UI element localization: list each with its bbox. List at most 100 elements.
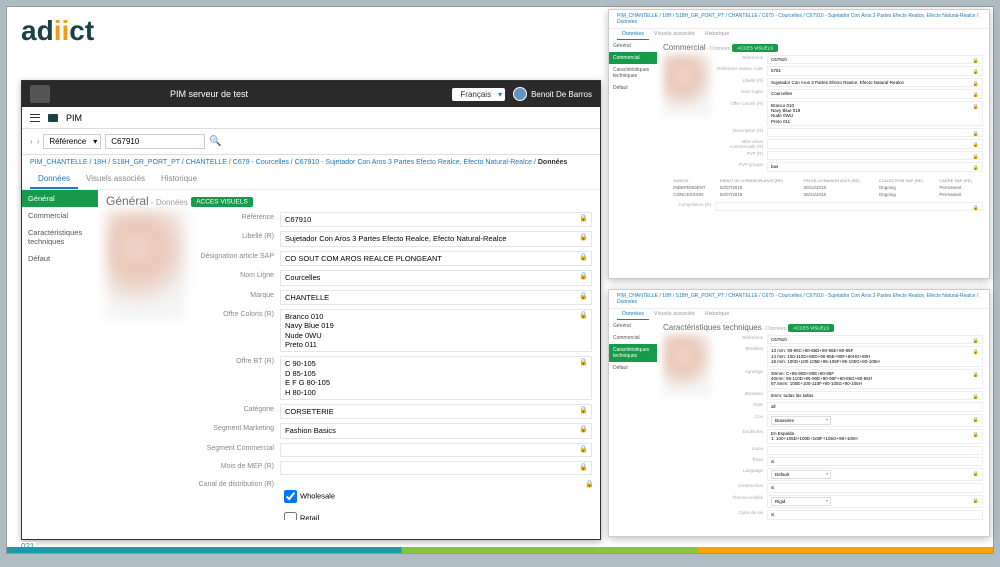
lock-icon: 🔒 xyxy=(579,273,588,282)
delivery-table: SAISONDEBUT DE LIVRAISON A/V/S (RE)FIN D… xyxy=(663,177,983,198)
field-lurex[interactable] xyxy=(767,446,983,455)
user-name: Benoit De Barros xyxy=(531,90,592,99)
breadcrumb[interactable]: PIM_CHANTELLE / 18H / S18H_GR_PORT_PT / … xyxy=(609,290,989,309)
lock-icon: 🔒 xyxy=(579,407,588,416)
field-libelle[interactable]: Sujetador Con Aros 3 Partes Efecto Realc… xyxy=(767,78,983,87)
chevron-right-icon[interactable]: › xyxy=(37,137,40,146)
tab-visuels[interactable]: Visuels associés xyxy=(649,29,700,40)
app-topbar: PIM serveur de test Français Benoit De B… xyxy=(22,81,600,107)
tab-donnees[interactable]: Données xyxy=(617,29,649,40)
toolbar: PIM xyxy=(22,107,600,129)
tab-historique[interactable]: Historique xyxy=(153,170,205,189)
field-reference[interactable]: C67910🔒 xyxy=(767,335,983,344)
pane-title: Commercial - Données ACCES VISUELS xyxy=(663,43,983,52)
tab-historique[interactable]: Historique xyxy=(700,309,735,320)
footer-accent-bar xyxy=(7,547,993,553)
lock-icon: 🔒 xyxy=(579,464,588,473)
field-segment-marketing[interactable]: Fashion Basics🔒 xyxy=(280,423,592,438)
field-thermo[interactable]: Rigid🔒 xyxy=(767,495,983,508)
breadcrumb[interactable]: PIM_CHANTELLE / 18H / S18H_GR_PORT_PT / … xyxy=(22,155,600,170)
field-segment-commercial[interactable]: 🔒 xyxy=(280,443,592,457)
search-bar: › › Référence 🔍 xyxy=(22,129,600,155)
product-image xyxy=(663,334,711,396)
field-marque[interactable]: CHANTELLE🔒 xyxy=(280,290,592,305)
field-mois-mep[interactable]: 🔒 xyxy=(280,461,592,475)
acces-visuels-badge[interactable]: ACCES VISUELS xyxy=(191,197,253,207)
table-row: CONCESSION02/07/201830/12/2018OngoingPer… xyxy=(663,191,983,198)
search-icon[interactable]: 🔍 xyxy=(209,136,221,147)
field-language[interactable]: Default🔒 xyxy=(767,468,983,481)
field-reference[interactable]: C67910🔒 xyxy=(280,212,592,227)
sidenav-general[interactable]: Général xyxy=(609,320,657,332)
tab-historique[interactable]: Historique xyxy=(700,29,735,40)
pane-title: Général - Données ACCES VISUELS xyxy=(106,194,592,208)
product-image xyxy=(663,54,711,116)
lock-icon: 🔒 xyxy=(579,234,588,243)
sidenav-caracteristiques[interactable]: Caractéristiques techniques xyxy=(22,224,98,250)
field-bandeau[interactable]: 9mm: todas las tallas🔒 xyxy=(767,391,983,400)
language-select[interactable]: Français xyxy=(452,88,505,101)
field-cycle[interactable]: si xyxy=(767,510,983,519)
tab-donnees[interactable]: Données xyxy=(617,309,649,320)
side-nav: Général Commercial Caractéristiques tech… xyxy=(22,190,98,530)
field-doublures[interactable]: En Espalda 1: 100+105D+100E+100F+105G+95… xyxy=(767,429,983,444)
app-title: PIM serveur de test xyxy=(170,89,452,99)
field-categorie[interactable]: CORSETERIE🔒 xyxy=(280,404,592,419)
sidenav-defaut[interactable]: Défaut xyxy=(609,362,657,374)
panel-commercial: PIM_CHANTELLE / 18H / S18H_GR_PORT_PT / … xyxy=(608,9,990,279)
table-row: INDEPENDENT02/07/201830/12/2018OngoingPe… xyxy=(663,184,983,191)
app-logo xyxy=(30,85,50,103)
retail-checkbox[interactable] xyxy=(284,512,297,520)
briefcase-icon[interactable] xyxy=(48,114,58,122)
chevron-right-icon[interactable]: › xyxy=(30,137,33,146)
sidenav-commercial[interactable]: Commercial xyxy=(609,332,657,344)
field-designation[interactable]: CO SOUT COM AROS REALCE PLONGEANT🔒 xyxy=(280,251,592,266)
pane-title: Caractéristiques techniques - Données AC… xyxy=(663,323,983,332)
field-coloris[interactable]: Branco 010 Navy Blue 019 Nude 0WU Preto … xyxy=(767,101,983,127)
field-list: RéférenceC67910🔒 Libellé (R)Sujetador Co… xyxy=(192,210,592,520)
field-pvp-groupe[interactable]: bas🔒 xyxy=(767,162,983,171)
lock-icon: 🔒 xyxy=(579,426,588,435)
panel-caracteristiques: PIM_CHANTELLE / 18H / S18H_GR_PORT_PT / … xyxy=(608,289,990,537)
field-coloris[interactable]: Branco 010 Navy Blue 019 Nude 0WU Preto … xyxy=(280,309,592,353)
field-composition[interactable]: 🔒 xyxy=(715,202,983,211)
search-type-select[interactable]: Référence xyxy=(43,134,101,149)
sidenav-defaut[interactable]: Défaut xyxy=(609,82,657,94)
sidenav-commercial[interactable]: Commercial xyxy=(609,52,657,64)
lock-icon: 🔒 xyxy=(579,293,588,302)
field-ligne[interactable]: Courcelles🔒 xyxy=(767,89,983,98)
sidenav-caracteristiques[interactable]: Caractéristiques techniques xyxy=(609,64,657,82)
field-description[interactable]: 🔒 xyxy=(767,128,983,137)
field-torse[interactable]: si xyxy=(767,457,983,466)
user-menu[interactable]: Benoit De Barros xyxy=(513,87,592,101)
tab-visuels[interactable]: Visuels associés xyxy=(78,170,153,189)
pim-label: PIM xyxy=(66,113,82,123)
field-ligne[interactable]: Courcelles🔒 xyxy=(280,270,592,285)
field-refcode[interactable]: 6781🔒 xyxy=(767,66,983,75)
sidenav-general[interactable]: Général xyxy=(609,40,657,52)
field-reference[interactable]: C67910🔒 xyxy=(767,55,983,64)
breadcrumb[interactable]: PIM_CHANTELLE / 18H / S18H_GR_PORT_PT / … xyxy=(609,10,989,29)
tab-donnees[interactable]: Données xyxy=(30,170,78,189)
field-pvp[interactable]: 🔒 xyxy=(767,151,983,160)
sidenav-commercial[interactable]: Commercial xyxy=(22,207,98,224)
sidenav-defaut[interactable]: Défaut xyxy=(22,250,98,267)
field-construction[interactable]: si xyxy=(767,483,983,492)
product-image xyxy=(106,210,186,320)
field-vision[interactable]: 🔒 xyxy=(767,139,983,149)
lock-icon: 🔒 xyxy=(579,254,588,263)
field-libelle[interactable]: Sujetador Con Aros 3 Partes Efecto Realc… xyxy=(280,231,592,246)
sidenav-general[interactable]: Général xyxy=(22,190,98,207)
field-bt[interactable]: C 90-105 D 85-105 E F G 80-105 H 80-100🔒 xyxy=(280,356,592,400)
wholesale-checkbox[interactable] xyxy=(284,490,297,503)
sidenav-caracteristiques[interactable]: Caractéristiques techniques xyxy=(609,344,657,362)
search-input[interactable] xyxy=(105,134,205,149)
lock-icon: 🔒 xyxy=(579,446,588,455)
lock-icon: 🔒 xyxy=(585,481,592,490)
field-bretelles[interactable]: 13 mm: 90-95C+80-85D+80-85E+80-85F 14 mm… xyxy=(767,346,983,366)
menu-icon[interactable] xyxy=(30,114,40,122)
field-cov[interactable]: Brassière🔒 xyxy=(767,414,983,427)
tab-visuels[interactable]: Visuels associés xyxy=(649,309,700,320)
field-agrafage[interactable]: 30mm: C+85-90D+80E+80-85F 40mm: 95-110D+… xyxy=(767,369,983,389)
field-style[interactable]: all xyxy=(767,402,983,411)
